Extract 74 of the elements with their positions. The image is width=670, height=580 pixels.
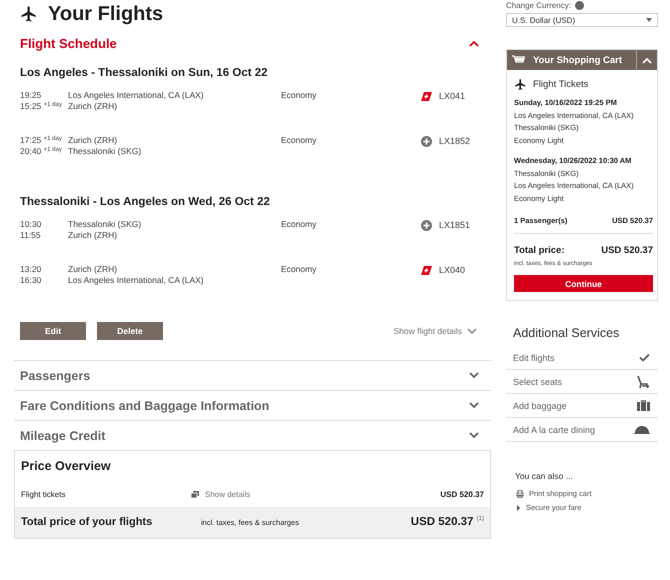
- currency-label: Change Currency:: [506, 0, 571, 10]
- flight-number: LX040: [439, 264, 466, 276]
- chevron-down-icon[interactable]: [469, 432, 479, 439]
- price-overview-heading: Price Overview: [20, 458, 112, 475]
- delete-button[interactable]: Delete: [97, 322, 163, 340]
- cloche-icon: [634, 425, 650, 434]
- total-label: Total price of your flights: [21, 516, 154, 528]
- flight-number: LX1852: [439, 135, 472, 147]
- show-details-link[interactable]: Show flight details: [393, 326, 462, 336]
- service-link[interactable]: Edit flights: [513, 352, 555, 362]
- arrival-time: 16:30: [20, 275, 42, 286]
- arrival-time: 20:40 $^{+1 day}$: [20, 146, 63, 157]
- plus-circle-icon: [421, 136, 432, 147]
- service-link[interactable]: Select seats: [513, 376, 562, 386]
- departure-time: 17:25 $^{+1 day}$: [20, 135, 63, 146]
- cart-icon: [512, 55, 525, 65]
- triangle-right-icon: [516, 504, 521, 510]
- departure-airport: Zurich (ZRH): [68, 264, 118, 275]
- arrival-airport: Zurich (ZRH): [68, 101, 118, 112]
- total-amount: USD 520.37: [601, 245, 653, 256]
- arrival-airport: Zurich (ZRH): [68, 230, 118, 241]
- price-amount: USD 520.37: [440, 490, 484, 499]
- route-heading: Thessaloniki - Los Angeles on Wed, 26 Oct 22: [20, 196, 271, 208]
- departure-airport: Thessaloniki (SKG): [68, 219, 142, 230]
- chevron-down-icon[interactable]: [469, 402, 479, 409]
- route-heading: Los Angeles - Thessaloniki on Sun, 16 Oct 22: [20, 67, 269, 79]
- arrival-airport: Thessaloniki (SKG): [68, 146, 142, 157]
- continue-button[interactable]: Continue: [514, 275, 653, 292]
- dropdown-caret-icon: [646, 18, 652, 22]
- accordion-heading[interactable]: Mileage Credit: [20, 428, 106, 442]
- cart-title: Your Shopping Cart: [533, 54, 622, 66]
- cabin-class: Economy: [281, 135, 318, 146]
- suitcase-icon: [637, 400, 650, 411]
- price-label: Flight tickets: [21, 490, 66, 499]
- accordion-heading[interactable]: Passengers: [20, 368, 90, 382]
- chevron-up-icon[interactable]: [469, 40, 479, 47]
- departure-time: 19:25: [20, 90, 42, 101]
- checkmark-icon: [639, 353, 650, 362]
- cart-section-title: Flight Tickets: [533, 79, 588, 90]
- airline-logo-icon: [421, 266, 432, 275]
- accordion-heading[interactable]: Fare Conditions and Baggage Information: [20, 398, 270, 412]
- section-heading: Flight Schedule: [20, 36, 117, 51]
- show-details-link[interactable]: Show details: [205, 490, 250, 499]
- info-icon[interactable]: [574, 0, 584, 10]
- plane-icon: [514, 78, 527, 91]
- service-link[interactable]: Add A la carte dining: [513, 424, 596, 434]
- arrival-airport: Los Angeles International, CA (LAX): [68, 275, 205, 286]
- chevron-down-icon[interactable]: [469, 372, 479, 379]
- services-heading: Additional Services: [513, 326, 620, 342]
- service-link[interactable]: Add baggage: [513, 400, 567, 410]
- you-can-also-heading: You can also ...: [515, 471, 574, 481]
- printer-icon: [516, 490, 524, 498]
- cabin-class: Economy: [281, 264, 318, 275]
- total-amount: USD 520.37 $^{(1)}$: [410, 516, 484, 528]
- departure-time: 13:20: [20, 264, 42, 275]
- arrival-time: 11:55: [20, 230, 42, 241]
- plus-circle-icon: [421, 220, 432, 231]
- plane-icon: [20, 5, 38, 23]
- departure-airport: Los Angeles International, CA (LAX): [68, 90, 205, 101]
- cabin-class: Economy: [281, 219, 318, 230]
- seat-icon: [637, 374, 650, 388]
- details-icon: [191, 491, 199, 498]
- arrival-time: 15:25 $^{+1 day}$: [20, 101, 63, 112]
- currency-dropdown[interactable]: U.S. Dollar (USD): [506, 13, 658, 27]
- flight-number: LX041: [439, 90, 466, 102]
- departure-airport: Zurich (ZRH): [68, 135, 118, 146]
- departure-time: 10:30: [20, 219, 42, 230]
- edit-button[interactable]: Edit: [20, 322, 86, 340]
- total-label: Total price:: [514, 245, 564, 256]
- chevron-down-icon[interactable]: [467, 328, 477, 334]
- airline-logo-icon: [421, 92, 432, 101]
- page-title: Your Flights: [48, 2, 164, 26]
- flight-number: LX1851: [439, 219, 472, 231]
- cabin-class: Economy: [281, 90, 318, 101]
